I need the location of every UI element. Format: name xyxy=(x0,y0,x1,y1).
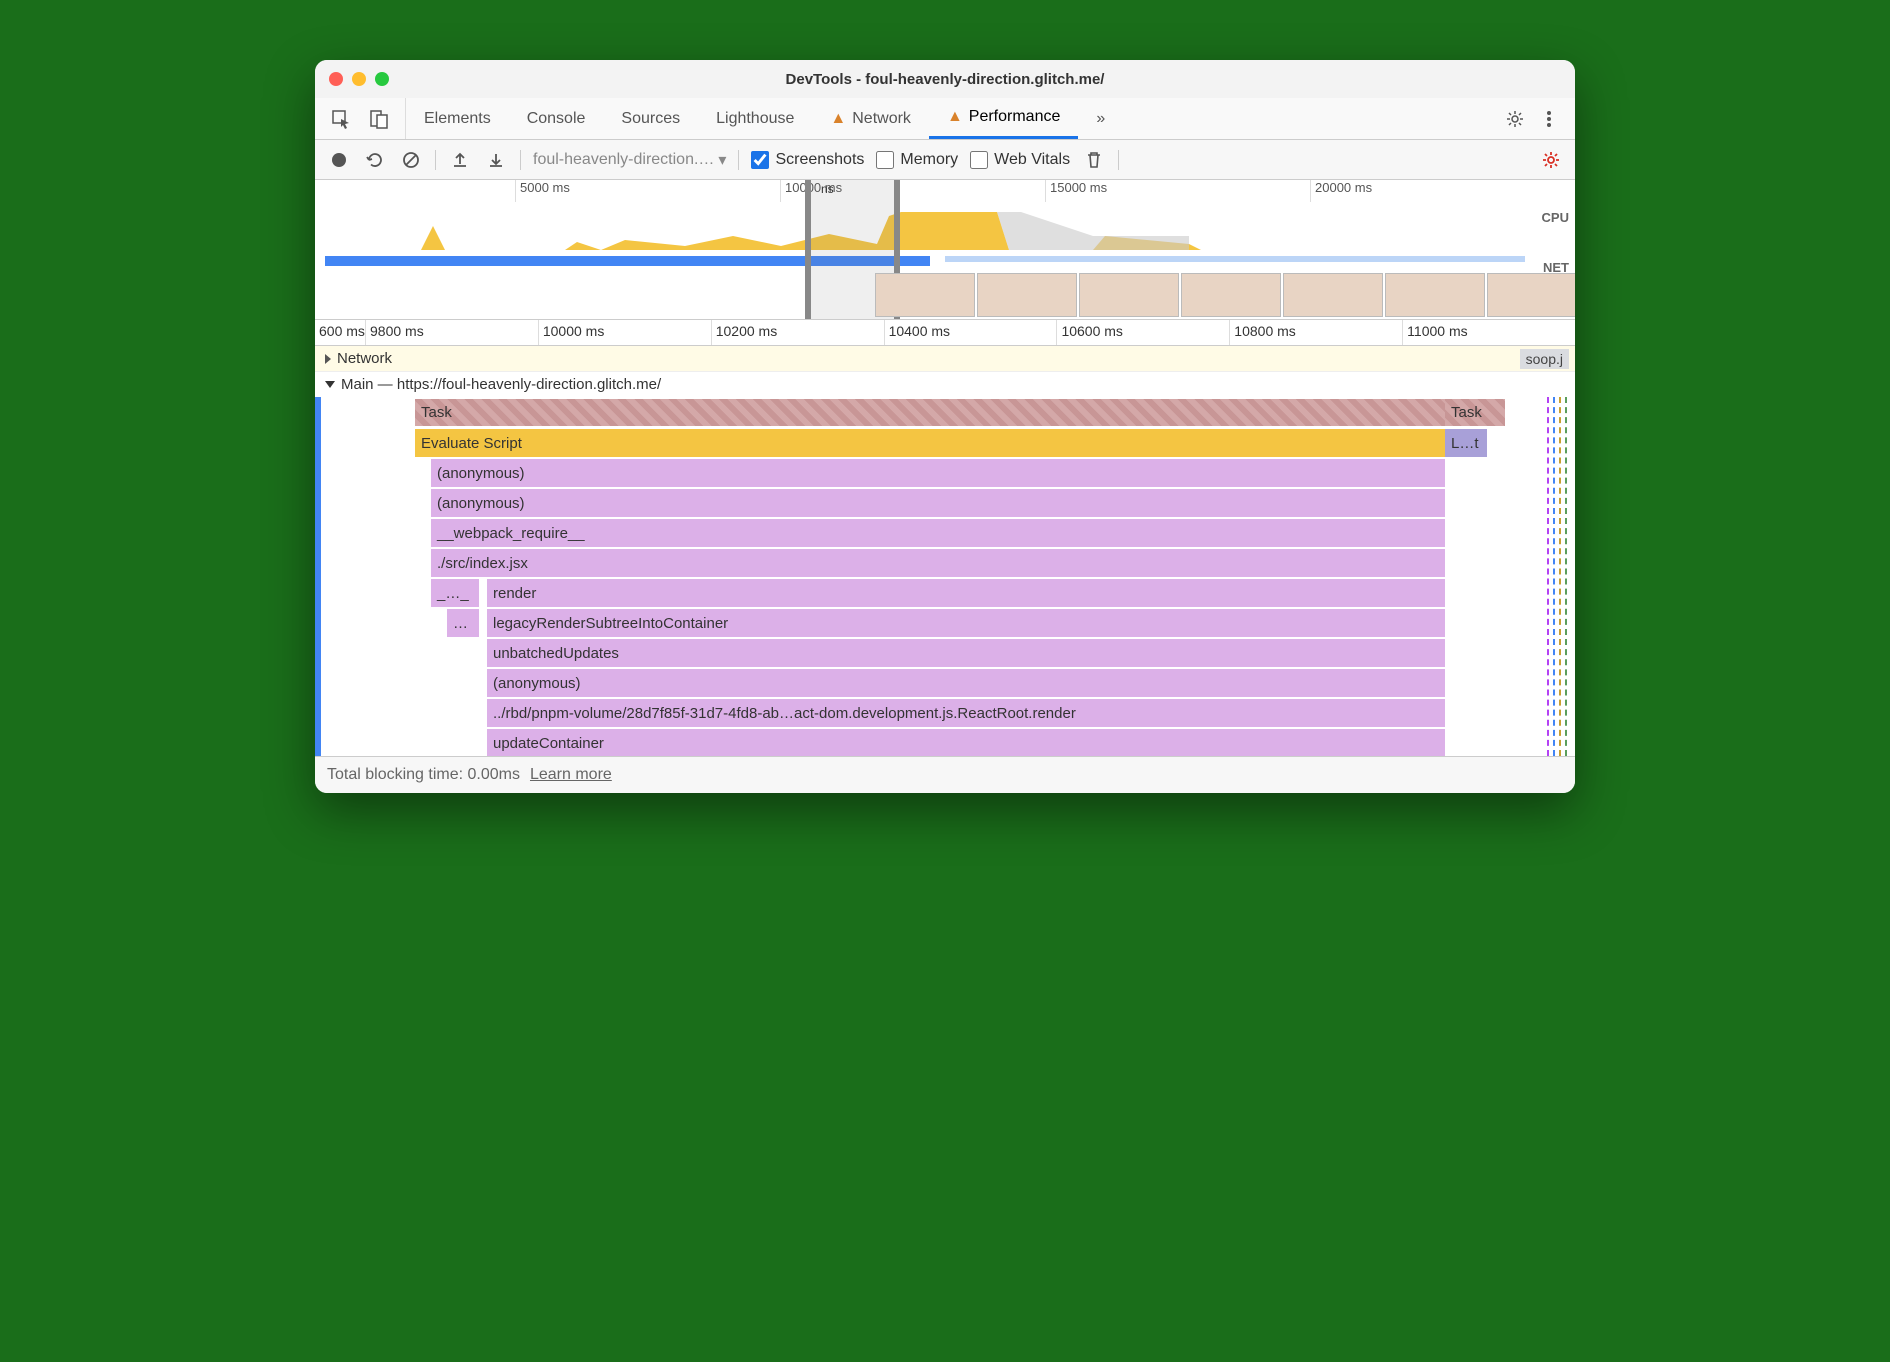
warning-icon: ▲ xyxy=(947,108,963,126)
inspect-element-icon[interactable] xyxy=(329,107,353,131)
filmstrip xyxy=(315,273,1575,319)
memory-checkbox[interactable]: Memory xyxy=(876,151,958,169)
flame-entry[interactable]: _…_ xyxy=(431,577,479,607)
timeline-ruler[interactable]: 600 ms 9800 ms 10000 ms 10200 ms 10400 m… xyxy=(315,320,1575,346)
expand-icon[interactable] xyxy=(325,354,331,364)
cpu-label: CPU xyxy=(1542,210,1569,225)
tab-performance[interactable]: ▲Performance xyxy=(929,98,1078,139)
flame-entry[interactable]: Evaluate Script xyxy=(415,427,1445,457)
overview-tick: 20000 ms xyxy=(1310,180,1575,202)
ruler-tick: 10800 ms xyxy=(1229,320,1402,345)
flame-entry[interactable]: (anonymous) xyxy=(431,457,1445,487)
timing-marker xyxy=(1565,397,1567,756)
ruler-tick: 10200 ms xyxy=(711,320,884,345)
timing-marker xyxy=(1553,397,1555,756)
footer: Total blocking time: 0.00ms Learn more xyxy=(315,757,1575,793)
collapse-icon[interactable] xyxy=(325,381,335,388)
network-item[interactable]: soop.j xyxy=(1520,349,1569,369)
flame-entry[interactable]: legacyRenderSubtreeIntoContainer xyxy=(487,607,1445,637)
load-profile-icon[interactable] xyxy=(448,148,472,172)
record-button[interactable] xyxy=(327,148,351,172)
capture-settings-icon[interactable] xyxy=(1539,148,1563,172)
screenshot-thumb[interactable] xyxy=(875,273,975,317)
tbt-text: Total blocking time: 0.00ms xyxy=(327,766,520,784)
perf-toolbar: foul-heavenly-direction.… ▾ Screenshots … xyxy=(315,140,1575,180)
window-title: DevTools - foul-heavenly-direction.glitc… xyxy=(315,71,1575,88)
ruler-tick: 10000 ms xyxy=(538,320,711,345)
profile-selector[interactable]: foul-heavenly-direction.… ▾ xyxy=(533,150,726,170)
flame-entry[interactable]: updateContainer xyxy=(487,727,1445,757)
main-tabbar: Elements Console Sources Lighthouse ▲Net… xyxy=(315,98,1575,140)
device-toggle-icon[interactable] xyxy=(367,107,391,131)
screenshot-thumb[interactable] xyxy=(1385,273,1485,317)
ruler-tick: 10600 ms xyxy=(1056,320,1229,345)
learn-more-link[interactable]: Learn more xyxy=(530,766,612,784)
timing-marker xyxy=(1547,397,1549,756)
flame-entry[interactable]: … xyxy=(447,607,479,637)
tab-sources[interactable]: Sources xyxy=(603,98,698,139)
tab-lighthouse[interactable]: Lighthouse xyxy=(698,98,812,139)
tab-console[interactable]: Console xyxy=(509,98,604,139)
screenshot-thumb[interactable] xyxy=(1181,273,1281,317)
warning-icon: ▲ xyxy=(830,110,846,128)
save-profile-icon[interactable] xyxy=(484,148,508,172)
ruler-tick: 11000 ms xyxy=(1402,320,1575,345)
flame-entry[interactable]: ../rbd/pnpm-volume/28d7f85f-31d7-4fd8-ab… xyxy=(487,697,1445,727)
screenshots-checkbox[interactable]: Screenshots xyxy=(751,151,864,169)
ruler-tick: 9800 ms xyxy=(365,320,538,345)
flame-entry[interactable]: L…t xyxy=(1445,427,1487,457)
network-track[interactable]: Network soop.j xyxy=(315,346,1575,372)
flame-entry[interactable]: ./src/index.jsx xyxy=(431,547,1445,577)
screenshot-thumb[interactable] xyxy=(1487,273,1575,317)
tab-network[interactable]: ▲Network xyxy=(812,98,929,139)
clear-button[interactable] xyxy=(399,148,423,172)
cpu-chart xyxy=(325,206,1525,250)
flame-entry[interactable]: (anonymous) xyxy=(431,487,1445,517)
webvitals-checkbox[interactable]: Web Vitals xyxy=(970,151,1070,169)
titlebar: DevTools - foul-heavenly-direction.glitc… xyxy=(315,60,1575,98)
overview-pane[interactable]: 5000 ms 10000 ms 15000 ms 20000 ms CPU N… xyxy=(315,180,1575,320)
flame-entry[interactable]: render xyxy=(487,577,1445,607)
net-bar xyxy=(945,256,1525,262)
main-track-header[interactable]: Main — https://foul-heavenly-direction.g… xyxy=(315,372,1575,397)
flame-entry[interactable]: (anonymous) xyxy=(487,667,1445,697)
chevron-down-icon: ▾ xyxy=(718,150,726,170)
flame-entry[interactable]: __webpack_require__ xyxy=(431,517,1445,547)
settings-icon[interactable] xyxy=(1503,107,1527,131)
reload-button[interactable] xyxy=(363,148,387,172)
ruler-tick: 10400 ms xyxy=(884,320,1057,345)
timing-marker xyxy=(1559,397,1561,756)
screenshot-thumb[interactable] xyxy=(1283,273,1383,317)
frame-marker xyxy=(315,397,321,756)
overview-tick: 15000 ms xyxy=(1045,180,1310,202)
screenshot-thumb[interactable] xyxy=(1079,273,1179,317)
more-tabs[interactable]: » xyxy=(1078,98,1123,139)
flame-entry[interactable]: Task xyxy=(1445,397,1505,427)
flame-entry[interactable]: Task xyxy=(415,397,1445,427)
flame-chart[interactable]: TaskTaskEvaluate ScriptL…t(anonymous)(an… xyxy=(315,397,1575,757)
overview-tick: 5000 ms xyxy=(515,180,780,202)
screenshot-thumb[interactable] xyxy=(977,273,1077,317)
tab-elements[interactable]: Elements xyxy=(406,98,509,139)
trash-icon[interactable] xyxy=(1082,148,1106,172)
flame-entry[interactable]: unbatchedUpdates xyxy=(487,637,1445,667)
kebab-menu-icon[interactable] xyxy=(1537,107,1561,131)
ruler-tick: 600 ms xyxy=(315,320,365,345)
devtools-window: DevTools - foul-heavenly-direction.glitc… xyxy=(315,60,1575,793)
